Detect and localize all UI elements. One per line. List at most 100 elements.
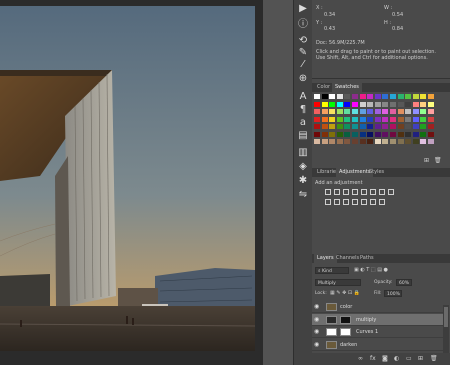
document-canvas-area[interactable] xyxy=(0,0,263,365)
swatch[interactable] xyxy=(314,101,320,107)
swatch[interactable] xyxy=(412,94,419,99)
swatch[interactable] xyxy=(405,139,412,144)
settings-icon[interactable]: ✱ xyxy=(296,174,310,187)
play-icon[interactable]: ▶ xyxy=(296,2,310,15)
link-layers-icon[interactable]: ∞ xyxy=(358,356,364,362)
new-group-icon[interactable]: ▭ xyxy=(406,356,412,362)
swatch[interactable] xyxy=(397,139,404,144)
swatch[interactable] xyxy=(390,116,396,122)
exposure-icon[interactable] xyxy=(352,189,358,195)
swatch[interactable] xyxy=(359,139,366,144)
swatch[interactable] xyxy=(336,116,343,122)
swatch[interactable] xyxy=(367,101,374,107)
swatch[interactable] xyxy=(397,94,404,99)
swatch[interactable] xyxy=(329,101,336,107)
swatch[interactable] xyxy=(359,131,366,137)
swatch[interactable] xyxy=(420,139,427,144)
layer-style-icon[interactable]: fx xyxy=(370,356,376,362)
tab-color[interactable]: Color xyxy=(314,83,333,92)
swatch[interactable] xyxy=(412,131,419,137)
lock-icons[interactable]: ▦ ✎ ✥ ⊡ 🔒 xyxy=(330,290,360,297)
swatch[interactable] xyxy=(412,109,419,114)
swatch[interactable] xyxy=(321,109,328,114)
swatch[interactable] xyxy=(420,124,427,129)
swatch[interactable] xyxy=(329,94,336,99)
swatch[interactable] xyxy=(405,116,412,122)
delete-swatch-icon[interactable]: 🗑 xyxy=(434,157,442,164)
new-swatch-icon[interactable]: ⊞ xyxy=(424,157,429,164)
swatch[interactable] xyxy=(374,101,381,107)
swatch[interactable] xyxy=(336,101,343,107)
swatch[interactable] xyxy=(329,124,336,129)
swatch[interactable] xyxy=(382,116,389,122)
swatch[interactable] xyxy=(336,139,343,144)
swatch[interactable] xyxy=(314,131,320,137)
3d-icon[interactable]: ◈ xyxy=(296,160,310,173)
swatch[interactable] xyxy=(390,101,396,107)
swatch[interactable] xyxy=(329,131,336,137)
swatch[interactable] xyxy=(367,124,374,129)
curves-icon[interactable] xyxy=(343,189,349,195)
add-mask-icon[interactable]: ◙ xyxy=(382,356,388,362)
layer-name[interactable]: darken xyxy=(340,342,357,348)
delete-layer-icon[interactable]: 🗑 xyxy=(430,356,438,362)
clone-source-icon[interactable]: ⊕ xyxy=(296,72,310,85)
swatch[interactable] xyxy=(420,109,427,114)
swatch[interactable] xyxy=(321,116,328,122)
swatch[interactable] xyxy=(405,94,412,99)
levels-icon[interactable] xyxy=(334,189,340,195)
layers-scrollbar[interactable] xyxy=(443,305,449,353)
swatch[interactable] xyxy=(314,109,320,114)
tab-styles[interactable]: Styles xyxy=(366,168,387,177)
swatch[interactable] xyxy=(382,124,389,129)
swatch[interactable] xyxy=(412,139,419,144)
swatch[interactable] xyxy=(412,101,419,107)
layers-scroll-thumb[interactable] xyxy=(444,307,448,327)
swatch[interactable] xyxy=(344,124,351,129)
character-icon[interactable]: A xyxy=(296,90,310,103)
new-layer-icon[interactable]: ⊞ xyxy=(418,356,424,362)
swatch[interactable] xyxy=(321,101,328,107)
swatch[interactable] xyxy=(420,101,427,107)
fill-input[interactable]: 100% xyxy=(384,290,402,297)
properties-icon[interactable]: ▥ xyxy=(296,146,310,159)
swatch[interactable] xyxy=(374,139,381,144)
swatch[interactable] xyxy=(412,124,419,129)
swatch[interactable] xyxy=(428,139,434,144)
color-balance-icon[interactable] xyxy=(379,189,385,195)
swatch[interactable] xyxy=(336,124,343,129)
swatch[interactable] xyxy=(390,94,396,99)
swatch[interactable] xyxy=(352,116,358,122)
swatch[interactable] xyxy=(352,139,358,144)
swatch[interactable] xyxy=(344,131,351,137)
swatch[interactable] xyxy=(321,124,328,129)
swatch[interactable] xyxy=(374,94,381,99)
paragraph-icon[interactable]: ¶ xyxy=(296,103,310,116)
swatch[interactable] xyxy=(428,94,434,99)
swatch[interactable] xyxy=(359,94,366,99)
layer-name[interactable]: color xyxy=(340,304,352,310)
swatch[interactable] xyxy=(367,131,374,137)
visibility-eye-icon[interactable]: ◉ xyxy=(314,316,320,323)
swatch[interactable] xyxy=(321,139,328,144)
layer-name[interactable]: multiply xyxy=(356,317,376,323)
swatch[interactable] xyxy=(359,124,366,129)
tab-swatches[interactable]: Swatches xyxy=(332,83,362,92)
swatch[interactable] xyxy=(382,94,389,99)
swatch[interactable] xyxy=(420,131,427,137)
swatch[interactable] xyxy=(359,116,366,122)
swatch[interactable] xyxy=(428,116,434,122)
swatch[interactable] xyxy=(314,94,320,99)
layer-row[interactable]: ◉ darken xyxy=(312,339,443,351)
swatch[interactable] xyxy=(412,116,419,122)
swatch[interactable] xyxy=(367,116,374,122)
swatch[interactable] xyxy=(382,139,389,144)
layer-name[interactable]: Curves 1 xyxy=(356,329,378,335)
swatch[interactable] xyxy=(344,94,351,99)
swatch[interactable] xyxy=(367,139,374,144)
swatch[interactable] xyxy=(390,109,396,114)
swatch[interactable] xyxy=(336,109,343,114)
swatch[interactable] xyxy=(321,131,328,137)
brightness-icon[interactable] xyxy=(325,189,331,195)
hue-icon[interactable] xyxy=(370,189,376,195)
